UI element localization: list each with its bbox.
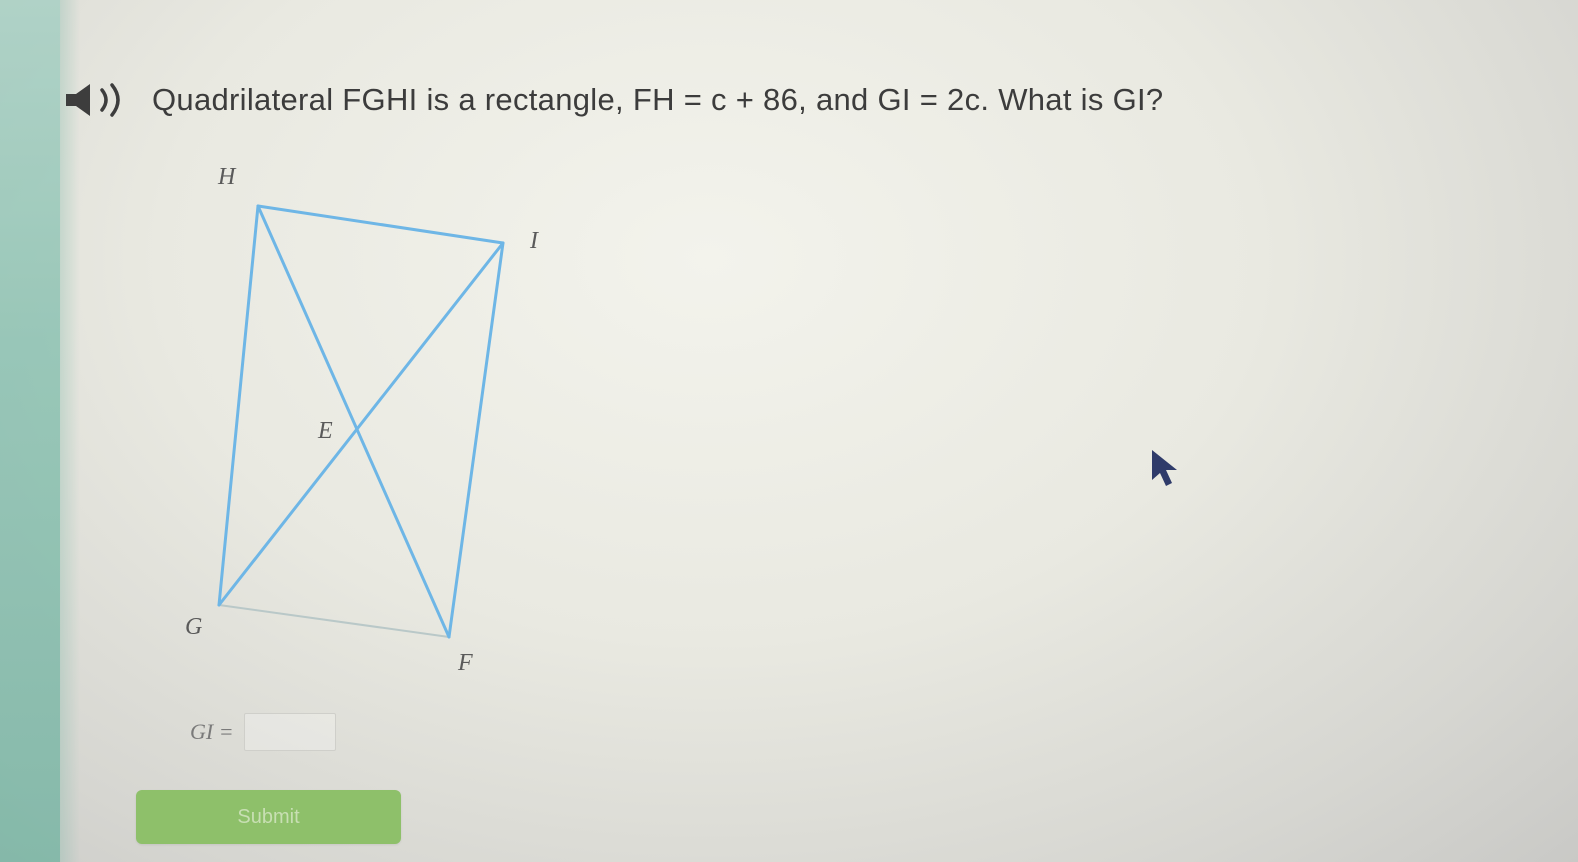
diagonal-HF: [256, 204, 451, 639]
answer-input[interactable]: [243, 713, 336, 751]
vertex-label-G: G: [185, 614, 202, 640]
side-HI: [256, 204, 505, 245]
side-FG: [218, 604, 450, 638]
vertex-label-E: E: [317, 418, 333, 444]
side-GH: [217, 204, 260, 607]
vertex-label-H: H: [217, 164, 237, 190]
answer-row: GI =: [190, 710, 336, 754]
mouse-pointer-icon: [1152, 450, 1177, 486]
submit-button[interactable]: Submit: [136, 790, 401, 844]
rectangle-figure: H I E G F: [185, 164, 539, 676]
answer-label: GI =: [190, 719, 234, 744]
vertex-label-I: I: [529, 228, 539, 254]
vertex-label-F: F: [457, 650, 473, 676]
